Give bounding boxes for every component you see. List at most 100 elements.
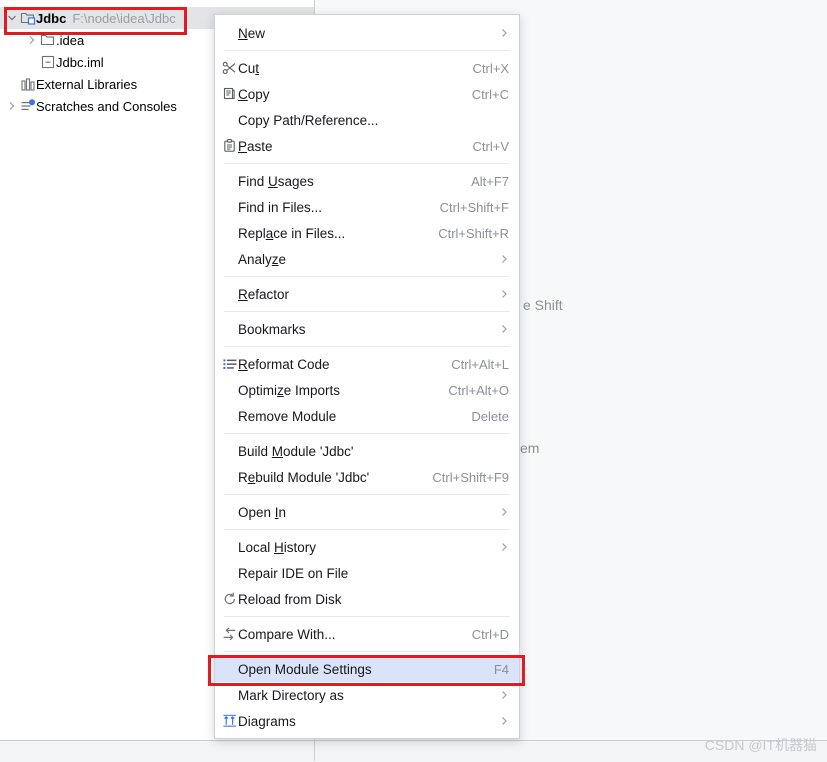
- menu-item-label: Compare With...: [238, 626, 336, 642]
- menu-item-shortcut: Ctrl+D: [471, 626, 509, 642]
- tree-item-label: Jdbc.iml: [56, 54, 104, 70]
- menu-item-cut[interactable]: Cut Ctrl+X: [215, 55, 519, 81]
- menu-item-open-in[interactable]: Open In: [215, 499, 519, 525]
- menu-item-shortcut: Ctrl+Shift+F: [439, 199, 509, 215]
- paste-icon: [221, 138, 238, 154]
- menu-item-new[interactable]: New: [215, 20, 519, 46]
- submenu-arrow-icon: [500, 715, 509, 728]
- menu-item-shortcut: Ctrl+Alt+L: [451, 356, 509, 372]
- menu-item-label: Remove Module: [238, 408, 337, 424]
- menu-item-shortcut: Ctrl+Alt+O: [448, 382, 509, 398]
- project-context-menu[interactable]: New Cut Ctrl+X Copy Ctrl+C Copy Path/Referenc…: [214, 14, 520, 739]
- menu-item-label: Paste: [238, 138, 273, 154]
- menu-item-analyze[interactable]: Analyze: [215, 246, 519, 272]
- menu-item-shortcut: Delete: [471, 408, 509, 424]
- menu-item-label: Find Usages: [238, 173, 314, 189]
- menu-separator: [224, 50, 510, 51]
- menu-item-shortcut: Ctrl+X: [472, 60, 509, 76]
- menu-separator: [224, 651, 510, 652]
- menu-item-label: Mark Directory as: [238, 687, 344, 703]
- menu-item-label: Open In: [238, 504, 287, 520]
- menu-item-copy[interactable]: Copy Ctrl+C: [215, 81, 519, 107]
- menu-item-reload-from-disk[interactable]: Reload from Disk: [215, 586, 519, 612]
- menu-item-label: Find in Files...: [238, 199, 323, 215]
- copy-icon: [221, 86, 238, 102]
- tree-row-idea[interactable]: .idea: [0, 29, 84, 51]
- menu-item-shortcut: Ctrl+Shift+F9: [432, 469, 509, 485]
- menu-item-shortcut: Ctrl+Shift+R: [438, 225, 509, 241]
- menu-item-find-in-files[interactable]: Find in Files... Ctrl+Shift+F: [215, 194, 519, 220]
- tree-row-external-libraries[interactable]: External Libraries: [0, 73, 137, 95]
- menu-item-repair-ide-on-file[interactable]: Repair IDE on File: [215, 560, 519, 586]
- menu-item-label: Bookmarks: [238, 321, 306, 337]
- menu-item-label: Cut: [238, 60, 260, 76]
- menu-separator: [224, 163, 510, 164]
- menu-item-build-module-jdbc[interactable]: Build Module 'Jdbc': [215, 438, 519, 464]
- watermark: CSDN @IT机器猫: [704, 737, 817, 753]
- menu-item-mark-directory-as[interactable]: Mark Directory as: [215, 682, 519, 708]
- editor-hint-text: em: [520, 440, 540, 456]
- menu-item-label: Replace in Files...: [238, 225, 346, 241]
- menu-item-reformat-code[interactable]: Reformat Code Ctrl+Alt+L: [215, 351, 519, 377]
- menu-item-refactor[interactable]: Refactor: [215, 281, 519, 307]
- submenu-arrow-icon: [500, 689, 509, 702]
- menu-item-shortcut: F4: [493, 661, 509, 677]
- menu-item-label: Analyze: [238, 251, 287, 267]
- menu-item-shortcut: Ctrl+V: [472, 138, 509, 154]
- submenu-arrow-icon: [500, 323, 509, 336]
- menu-item-optimize-imports[interactable]: Optimize Imports Ctrl+Alt+O: [215, 377, 519, 403]
- menu-item-shortcut: Alt+F7: [471, 173, 509, 189]
- chevron-right-icon[interactable]: [5, 101, 19, 111]
- menu-item-label: Refactor: [238, 286, 290, 302]
- tree-row-scratches-and-consoles[interactable]: Scratches and Consoles: [0, 95, 177, 117]
- menu-item-label: Reload from Disk: [238, 591, 342, 607]
- ide-root: Jdbc F:\node\idea\Jdbc .idea Jdbc.iml Extern…: [0, 0, 827, 762]
- menu-item-label: Reformat Code: [238, 356, 330, 372]
- module-folder-icon: [19, 10, 36, 26]
- chevron-right-icon[interactable]: [25, 35, 39, 45]
- tree-item-path: F:\node\idea\Jdbc: [72, 10, 176, 26]
- status-bar: [0, 740, 827, 762]
- menu-separator: [224, 311, 510, 312]
- menu-item-shortcut: Ctrl+C: [471, 86, 509, 102]
- menu-item-label: Rebuild Module 'Jdbc': [238, 469, 370, 485]
- submenu-arrow-icon: [500, 27, 509, 40]
- menu-item-label: Diagrams: [238, 713, 296, 729]
- tree-item-label: Scratches and Consoles: [36, 98, 177, 114]
- compare-icon: [221, 626, 238, 642]
- menu-item-bookmarks[interactable]: Bookmarks: [215, 316, 519, 342]
- menu-separator: [224, 346, 510, 347]
- menu-item-local-history[interactable]: Local History: [215, 534, 519, 560]
- menu-item-compare-with[interactable]: Compare With... Ctrl+D: [215, 621, 519, 647]
- menu-separator: [224, 276, 510, 277]
- tree-row-jdbc-iml[interactable]: Jdbc.iml: [0, 51, 104, 73]
- menu-item-label: Optimize Imports: [238, 382, 341, 398]
- library-icon: [19, 76, 36, 92]
- menu-separator: [224, 529, 510, 530]
- menu-item-label: Repair IDE on File: [238, 565, 349, 581]
- scissors-icon: [221, 60, 238, 76]
- menu-separator: [224, 494, 510, 495]
- editor-hint-text: e Shift: [523, 297, 563, 313]
- menu-item-label: Copy: [238, 86, 270, 102]
- reload-icon: [221, 591, 238, 607]
- submenu-arrow-icon: [500, 288, 509, 301]
- menu-item-open-module-settings[interactable]: Open Module Settings F4: [215, 656, 519, 682]
- tree-item-label: Jdbc: [36, 10, 67, 26]
- menu-item-replace-in-files[interactable]: Replace in Files... Ctrl+Shift+R: [215, 220, 519, 246]
- menu-item-paste[interactable]: Paste Ctrl+V: [215, 133, 519, 159]
- menu-item-remove-module[interactable]: Remove Module Delete: [215, 403, 519, 429]
- menu-item-rebuild-module-jdbc[interactable]: Rebuild Module 'Jdbc' Ctrl+Shift+F9: [215, 464, 519, 490]
- reformat-code-icon: [221, 356, 238, 372]
- menu-separator: [224, 616, 510, 617]
- menu-item-diagrams[interactable]: Diagrams: [215, 708, 519, 734]
- menu-item-find-usages[interactable]: Find Usages Alt+F7: [215, 168, 519, 194]
- submenu-arrow-icon: [500, 541, 509, 554]
- menu-item-label: Copy Path/Reference...: [238, 112, 379, 128]
- menu-item-copy-path-reference[interactable]: Copy Path/Reference...: [215, 107, 519, 133]
- chevron-down-icon[interactable]: [5, 13, 19, 23]
- tree-item-label: External Libraries: [36, 76, 138, 92]
- submenu-arrow-icon: [500, 506, 509, 519]
- menu-item-label: Build Module 'Jdbc': [238, 443, 354, 459]
- scratches-icon: [19, 98, 36, 114]
